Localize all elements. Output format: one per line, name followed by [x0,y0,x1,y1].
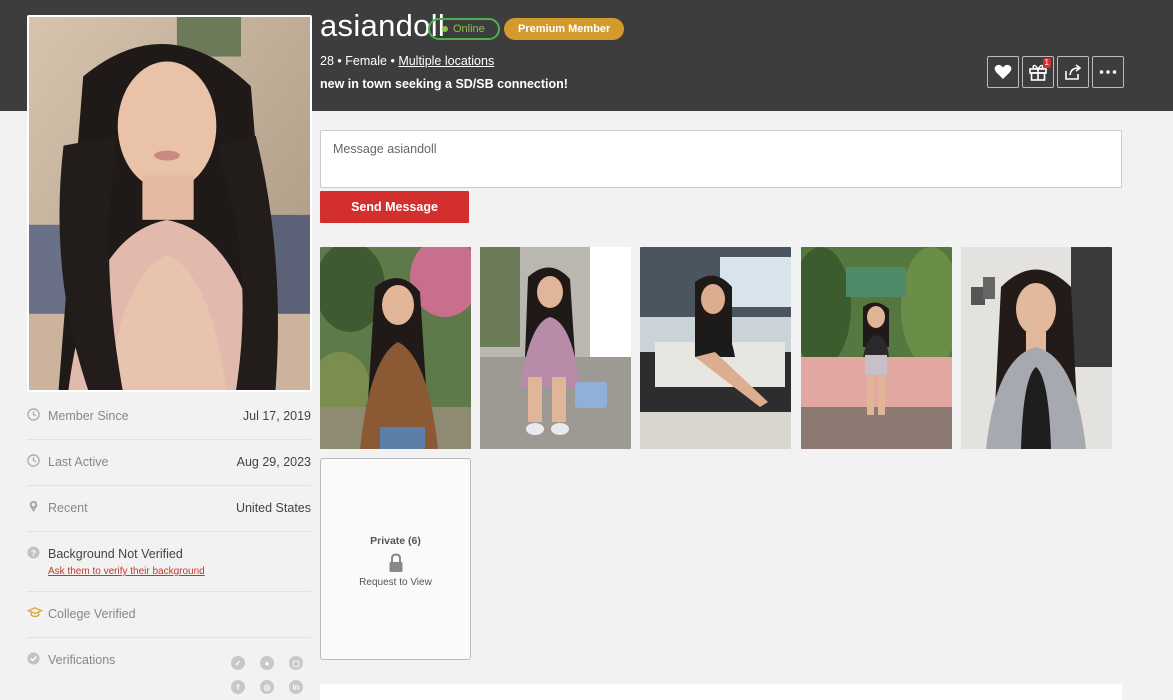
premium-badge: Premium Member [504,18,625,40]
clock-icon [27,408,40,421]
share-icon [1065,64,1082,80]
location-link[interactable]: Multiple locations [398,54,494,68]
separator: • [337,54,342,68]
photo-image [480,247,631,449]
member-since-row: Member Since Jul 17, 2019 [27,394,311,440]
photo-image [961,247,1112,449]
photo-thumbnail[interactable] [801,247,952,449]
profile-headline: new in town seeking a SD/SB connection! [320,77,568,91]
phone-icon: ▢ [289,656,303,670]
recent-location-row: Recent United States [27,486,311,532]
verifications-row: Verifications ✓ ● ▢ f ◎ in [27,638,311,700]
private-photos-card[interactable]: Private (6) Request to View [320,458,471,660]
photo-image [801,247,952,449]
share-button[interactable] [1057,56,1089,88]
online-dot-icon [442,26,448,32]
facebook-icon: f [231,680,245,694]
profile-photo-image [29,17,310,390]
checkmark-icon: ✓ [231,656,245,670]
recent-label: Recent [48,501,88,515]
profile-photo[interactable] [27,15,312,392]
profile-meta: 28 • Female • Multiple locations [320,54,494,68]
college-label: College Verified [48,607,136,621]
college-row: College Verified [27,592,311,638]
message-box [320,130,1122,188]
last-active-row: Last Active Aug 29, 2023 [27,440,311,486]
svg-text:?: ? [31,548,36,558]
member-since-label: Member Since [48,409,129,423]
photo-thumbnail[interactable] [480,247,631,449]
more-button[interactable] [1092,56,1124,88]
username: asiandoll [320,8,446,43]
map-pin-icon [29,500,38,513]
verification-icons: ✓ ● ▢ f ◎ in [231,656,303,694]
graduation-cap-icon [27,607,43,618]
recent-value: United States [235,501,311,515]
profile-details: Member Since Jul 17, 2019 Last Active Au… [27,394,311,700]
gift-button[interactable]: 1 [1022,56,1054,88]
background-status: Background Not Verified [48,547,183,561]
verifications-label: Verifications [48,653,116,667]
question-icon: ? [27,546,40,559]
heart-icon [994,64,1012,79]
linkedin-icon: in [289,680,303,694]
separator: • [390,54,395,68]
verify-background-link[interactable]: Ask them to verify their background [48,566,205,577]
message-input[interactable] [321,131,1121,187]
photo-thumbnail[interactable] [961,247,1112,449]
gender: Female [345,54,387,68]
last-active-value: Aug 29, 2023 [236,455,311,469]
photo-thumbnail[interactable] [640,247,791,449]
member-since-value: Jul 17, 2019 [242,409,311,423]
profile-actions: 1 [987,56,1124,88]
photo-thumbnail[interactable] [320,247,471,449]
request-to-view-link[interactable]: Request to View [359,577,432,588]
send-message-button[interactable]: Send Message [320,191,469,223]
bottom-panel [320,684,1122,700]
background-check-row: ? Background Not Verified Ask them to ve… [27,532,311,592]
favorite-button[interactable] [987,56,1019,88]
id-icon: ● [260,656,274,670]
check-badge-icon [27,652,40,665]
online-badge: Online [428,18,500,40]
age: 28 [320,54,334,68]
lock-icon [389,552,402,572]
clock-icon [27,454,40,467]
last-active-label: Last Active [48,455,109,469]
more-icon [1099,70,1117,74]
online-label: Online [453,23,485,35]
instagram-icon: ◎ [260,680,274,694]
private-photos-label: Private (6) [370,534,421,547]
gift-count-badge: 1 [1042,58,1051,68]
photo-image [320,247,471,449]
photo-image [640,247,791,449]
